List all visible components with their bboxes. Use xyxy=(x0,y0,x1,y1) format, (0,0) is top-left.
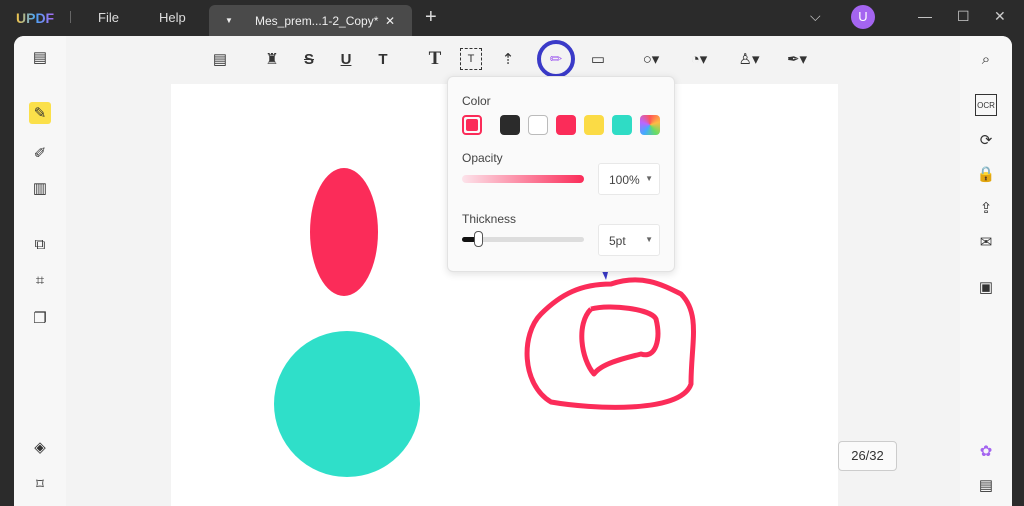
pencil-drawing[interactable] xyxy=(524,277,696,410)
menu-help[interactable]: Help xyxy=(159,10,186,25)
thickness-dropdown[interactable]: 5pt ▼ xyxy=(598,224,660,256)
crop-icon[interactable]: ⌗ xyxy=(29,269,51,291)
avatar[interactable]: U xyxy=(851,5,875,29)
text-callout-icon[interactable]: ⇡ xyxy=(497,48,519,70)
shape-icon[interactable]: ○▾ xyxy=(640,48,662,70)
left-sidebar: ▤ ✎ ✐ ▥ ⧉ ⌗ ❐ ◈ ⌑ xyxy=(14,36,66,506)
current-color-swatch[interactable] xyxy=(462,115,482,135)
layers-icon[interactable]: ◈ xyxy=(29,436,51,458)
convert-icon[interactable]: ⟳ xyxy=(975,129,997,151)
opacity-label: Opacity xyxy=(462,151,503,165)
strikethrough-icon[interactable]: S xyxy=(298,48,320,70)
protect-icon[interactable]: 🔒 xyxy=(975,163,997,185)
minimize-icon[interactable]: — xyxy=(918,8,932,24)
opacity-dropdown[interactable]: 100% ▼ xyxy=(598,163,660,195)
squiggly-icon[interactable]: T xyxy=(372,48,394,70)
teal-circle[interactable] xyxy=(274,331,420,477)
opacity-slider[interactable] xyxy=(462,175,584,183)
ocr-icon[interactable]: OCR xyxy=(975,94,997,116)
organize-pages-icon[interactable]: ⧉ xyxy=(29,233,51,255)
textbox-icon[interactable]: T xyxy=(460,48,482,70)
tab-title: Mes_prem...1-2_Copy* xyxy=(255,14,379,28)
highlight-icon[interactable]: ♜ xyxy=(261,48,283,70)
tab-dropdown-icon[interactable]: ▼ xyxy=(225,16,233,25)
page-indicator[interactable]: 26/32 xyxy=(838,441,897,471)
bookmark-icon[interactable]: ⌑ xyxy=(29,473,51,495)
sticker-icon[interactable]: ◔▾ xyxy=(688,48,710,70)
custom-color-icon[interactable] xyxy=(640,115,660,135)
app-window: ▤ ✎ ✐ ▥ ⧉ ⌗ ❐ ◈ ⌑ ▤ ♜ S U T T T ⇡ ✏ ▭ ○▾… xyxy=(14,36,1012,506)
signature-icon[interactable]: ✒▾ xyxy=(786,48,808,70)
save-icon[interactable]: ▣ xyxy=(975,276,997,298)
thickness-slider-handle[interactable] xyxy=(474,231,483,247)
thickness-value: 5pt xyxy=(609,234,626,248)
text-icon[interactable]: T xyxy=(424,48,446,70)
color-swatch-red[interactable] xyxy=(556,115,576,135)
opacity-value: 100% xyxy=(609,173,640,187)
color-swatch-white[interactable] xyxy=(528,115,548,135)
thickness-slider[interactable] xyxy=(462,231,584,247)
menu-file[interactable]: File xyxy=(98,10,119,25)
email-icon[interactable]: ✉ xyxy=(975,231,997,253)
note-icon[interactable]: ▤ xyxy=(209,48,231,70)
thickness-label: Thickness xyxy=(462,212,517,226)
color-swatch-yellow[interactable] xyxy=(584,115,604,135)
edit-pdf-icon[interactable]: ✐ xyxy=(29,142,51,164)
share-icon[interactable]: ⇪ xyxy=(975,197,997,219)
document-tab[interactable]: ▼ Mes_prem...1-2_Copy* ✕ xyxy=(209,5,412,36)
comments-icon[interactable]: ▤ xyxy=(975,474,997,496)
color-label: Color xyxy=(462,94,491,108)
pencil-icon[interactable]: ✏ xyxy=(537,40,575,78)
right-sidebar: ⌕ OCR ⟳ 🔒 ⇪ ✉ ▣ ✿ ▤ xyxy=(960,36,1012,506)
reader-icon[interactable]: ▤ xyxy=(29,46,51,68)
pencil-properties-popup: Color Opacity 100% ▼ Thickness 5pt ▼ xyxy=(447,76,675,272)
form-icon[interactable]: ▥ xyxy=(29,177,51,199)
updf-logo: UPDF xyxy=(16,10,55,26)
eraser-icon[interactable]: ▭ xyxy=(587,48,609,70)
maximize-icon[interactable]: ☐ xyxy=(957,8,970,25)
close-tab-icon[interactable]: ✕ xyxy=(385,14,395,28)
tools-icon[interactable]: ❐ xyxy=(29,307,51,329)
comment-mode-icon[interactable]: ✎ xyxy=(29,102,51,124)
new-tab-icon[interactable]: + xyxy=(425,6,437,29)
search-icon[interactable]: ⌕ xyxy=(975,48,997,70)
stamp-icon[interactable]: ♙▾ xyxy=(738,48,760,70)
color-swatch-teal[interactable] xyxy=(612,115,632,135)
chevron-down-icon[interactable]: ⌵ xyxy=(810,8,821,25)
color-swatch-black[interactable] xyxy=(500,115,520,135)
title-bar: UPDF File Help ▼ Mes_prem...1-2_Copy* ✕ … xyxy=(0,0,1024,36)
underline-icon[interactable]: U xyxy=(335,48,357,70)
ai-assistant-icon[interactable]: ✿ xyxy=(975,440,997,462)
divider xyxy=(70,11,71,23)
red-ellipse[interactable] xyxy=(310,168,378,296)
close-window-icon[interactable]: ✕ xyxy=(994,8,1006,25)
